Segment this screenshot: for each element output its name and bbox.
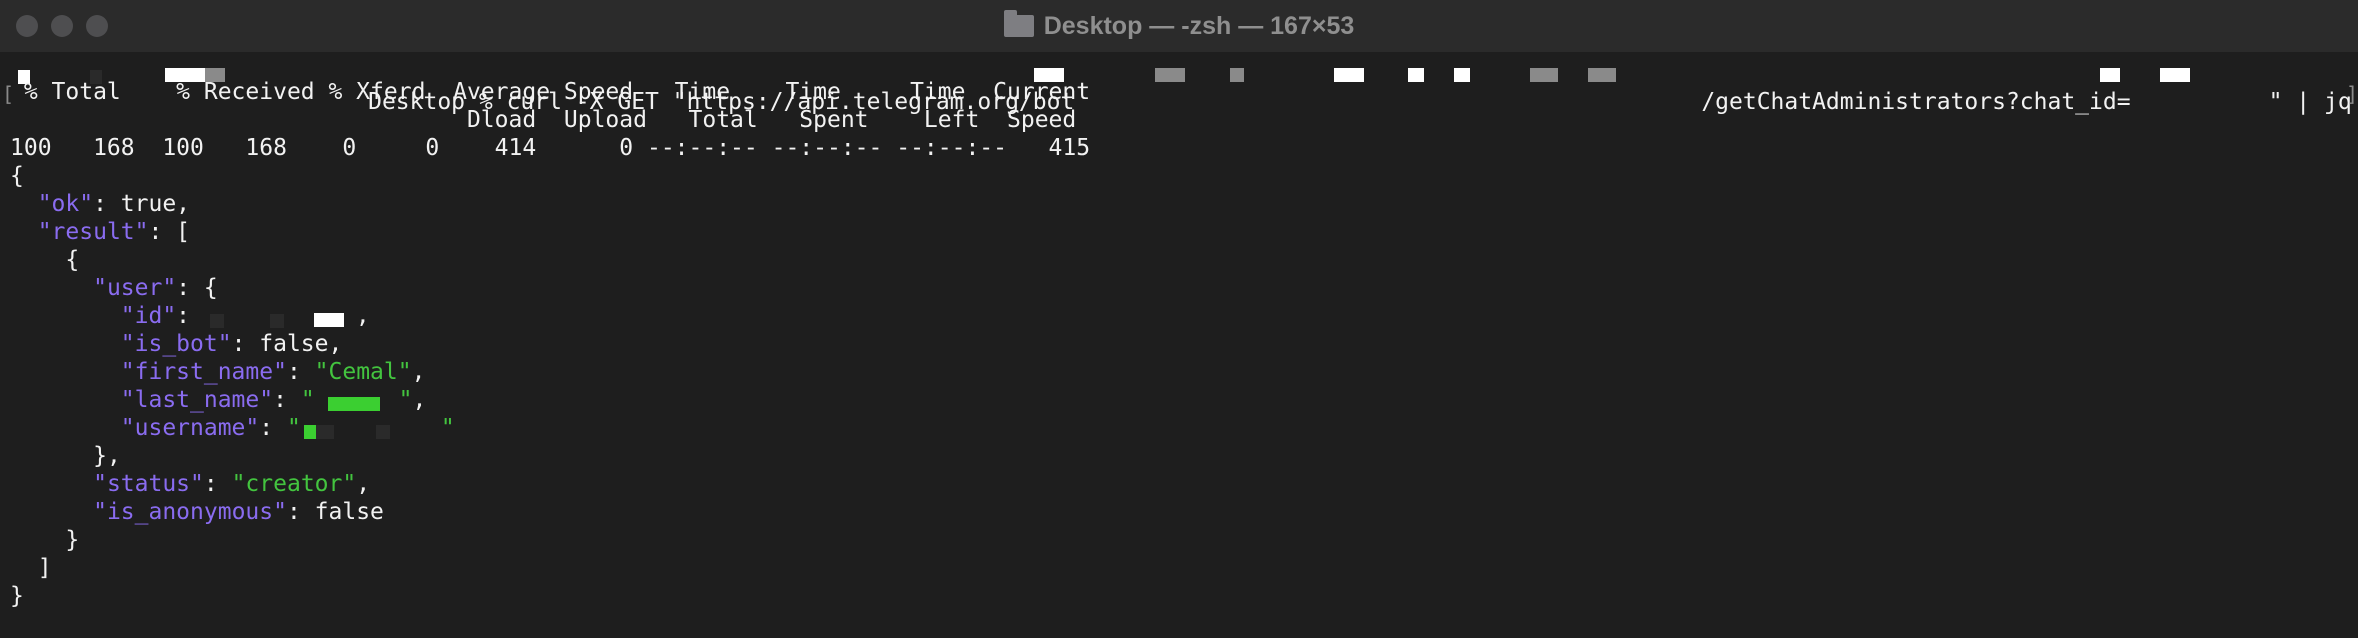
- redaction-block: [1408, 68, 1424, 82]
- json-result-line: "result": [: [10, 218, 190, 246]
- first-name-key: "first_name": [120, 359, 287, 385]
- first-name-tail: ,: [411, 359, 426, 385]
- id-separator: :: [176, 303, 204, 329]
- redaction-block: [1588, 68, 1616, 82]
- redaction-block: [270, 314, 284, 328]
- is-anonymous-value: : false: [286, 499, 384, 525]
- username-key: "username": [120, 415, 260, 441]
- json-result-close: ]: [10, 554, 52, 582]
- is-bot-value: : false,: [231, 331, 343, 357]
- user-value: : {: [176, 275, 218, 301]
- is-anonymous-key: "is_anonymous": [93, 499, 287, 525]
- user-close-brace: },: [93, 443, 121, 469]
- redaction-block: [1454, 68, 1470, 82]
- username-separator: :: [259, 415, 287, 441]
- command-end: " | jq: [2268, 89, 2352, 115]
- terminal-window: Desktop — -zsh — 167×53 Desktop % curl -…: [0, 0, 2358, 638]
- status-value: "creator": [231, 471, 357, 497]
- terminal-content[interactable]: Desktop % curl -X GET "https://api.teleg…: [0, 52, 2358, 638]
- ok-key: "ok": [37, 191, 94, 217]
- json-ok-line: "ok": true,: [10, 190, 190, 218]
- last-name-key: "last_name": [120, 387, 274, 413]
- result-close-bracket: ]: [37, 555, 52, 581]
- progress-header-1: % Total % Received % Xferd Average Speed…: [10, 79, 1091, 105]
- json-first-name-line: "first_name": "Cemal",: [10, 358, 426, 386]
- json-is-bot-line: "is_bot": false,: [10, 330, 343, 358]
- json-status-line: "status": "creator",: [10, 470, 370, 498]
- redaction-block: [210, 314, 224, 328]
- result-value: : [: [148, 219, 191, 245]
- command-mid: /getChatAdministrators?chat_id=: [1701, 89, 2131, 115]
- redaction-block: [376, 425, 390, 439]
- last-name-open-quote: ": [300, 387, 315, 413]
- username-close-quote: ": [440, 415, 455, 441]
- window-title: Desktop — -zsh — 167×53: [0, 0, 2358, 52]
- redaction-block: [328, 397, 380, 411]
- json-user-close: },: [10, 442, 121, 470]
- last-name-close-quote: ": [398, 387, 413, 413]
- ok-value: : true,: [93, 191, 191, 217]
- first-name-value: "Cemal": [314, 359, 412, 385]
- json-open: {: [10, 163, 24, 189]
- is-bot-key: "is_bot": [120, 331, 232, 357]
- redaction-block: [1530, 68, 1558, 82]
- user-key: "user": [93, 275, 177, 301]
- status-separator: :: [203, 471, 232, 497]
- redaction-block: [1155, 68, 1185, 82]
- item-close-brace: }: [65, 527, 80, 553]
- redaction-block: [2100, 68, 2120, 82]
- folder-icon: [1003, 10, 1034, 37]
- username-open-quote: ": [286, 415, 301, 441]
- json-item-close: }: [10, 526, 79, 554]
- id-tail: ,: [355, 303, 370, 329]
- last-name-tail: ,: [412, 387, 427, 413]
- id-key: "id": [120, 303, 177, 329]
- redaction-block: [2160, 68, 2190, 82]
- window-title-text: Desktop — -zsh — 167×53: [1043, 11, 1355, 40]
- json-close: }: [10, 583, 24, 609]
- last-name-separator: :: [273, 387, 301, 413]
- first-name-separator: :: [286, 359, 315, 385]
- redaction-block: [316, 425, 334, 439]
- json-is-anonymous-line: "is_anonymous": false: [10, 498, 384, 526]
- redaction-block: [1334, 68, 1364, 82]
- json-item-open: {: [10, 246, 79, 274]
- item-open-brace: {: [65, 247, 80, 273]
- result-key: "result": [37, 219, 149, 245]
- status-tail: ,: [356, 471, 371, 497]
- progress-values: 100 168 100 168 0 0 414 0 --:--:-- --:--…: [10, 135, 1091, 161]
- redaction-block: [304, 425, 316, 439]
- redaction-block: [1230, 68, 1244, 82]
- json-user-line: "user": {: [10, 274, 218, 302]
- title-bar[interactable]: Desktop — -zsh — 167×53: [0, 0, 2358, 53]
- status-key: "status": [93, 471, 204, 497]
- redaction-block: [314, 313, 344, 327]
- scroll-marker: ]: [2346, 82, 2358, 106]
- progress-header-2: Dload Upload Total Spent Left Speed: [10, 107, 1077, 133]
